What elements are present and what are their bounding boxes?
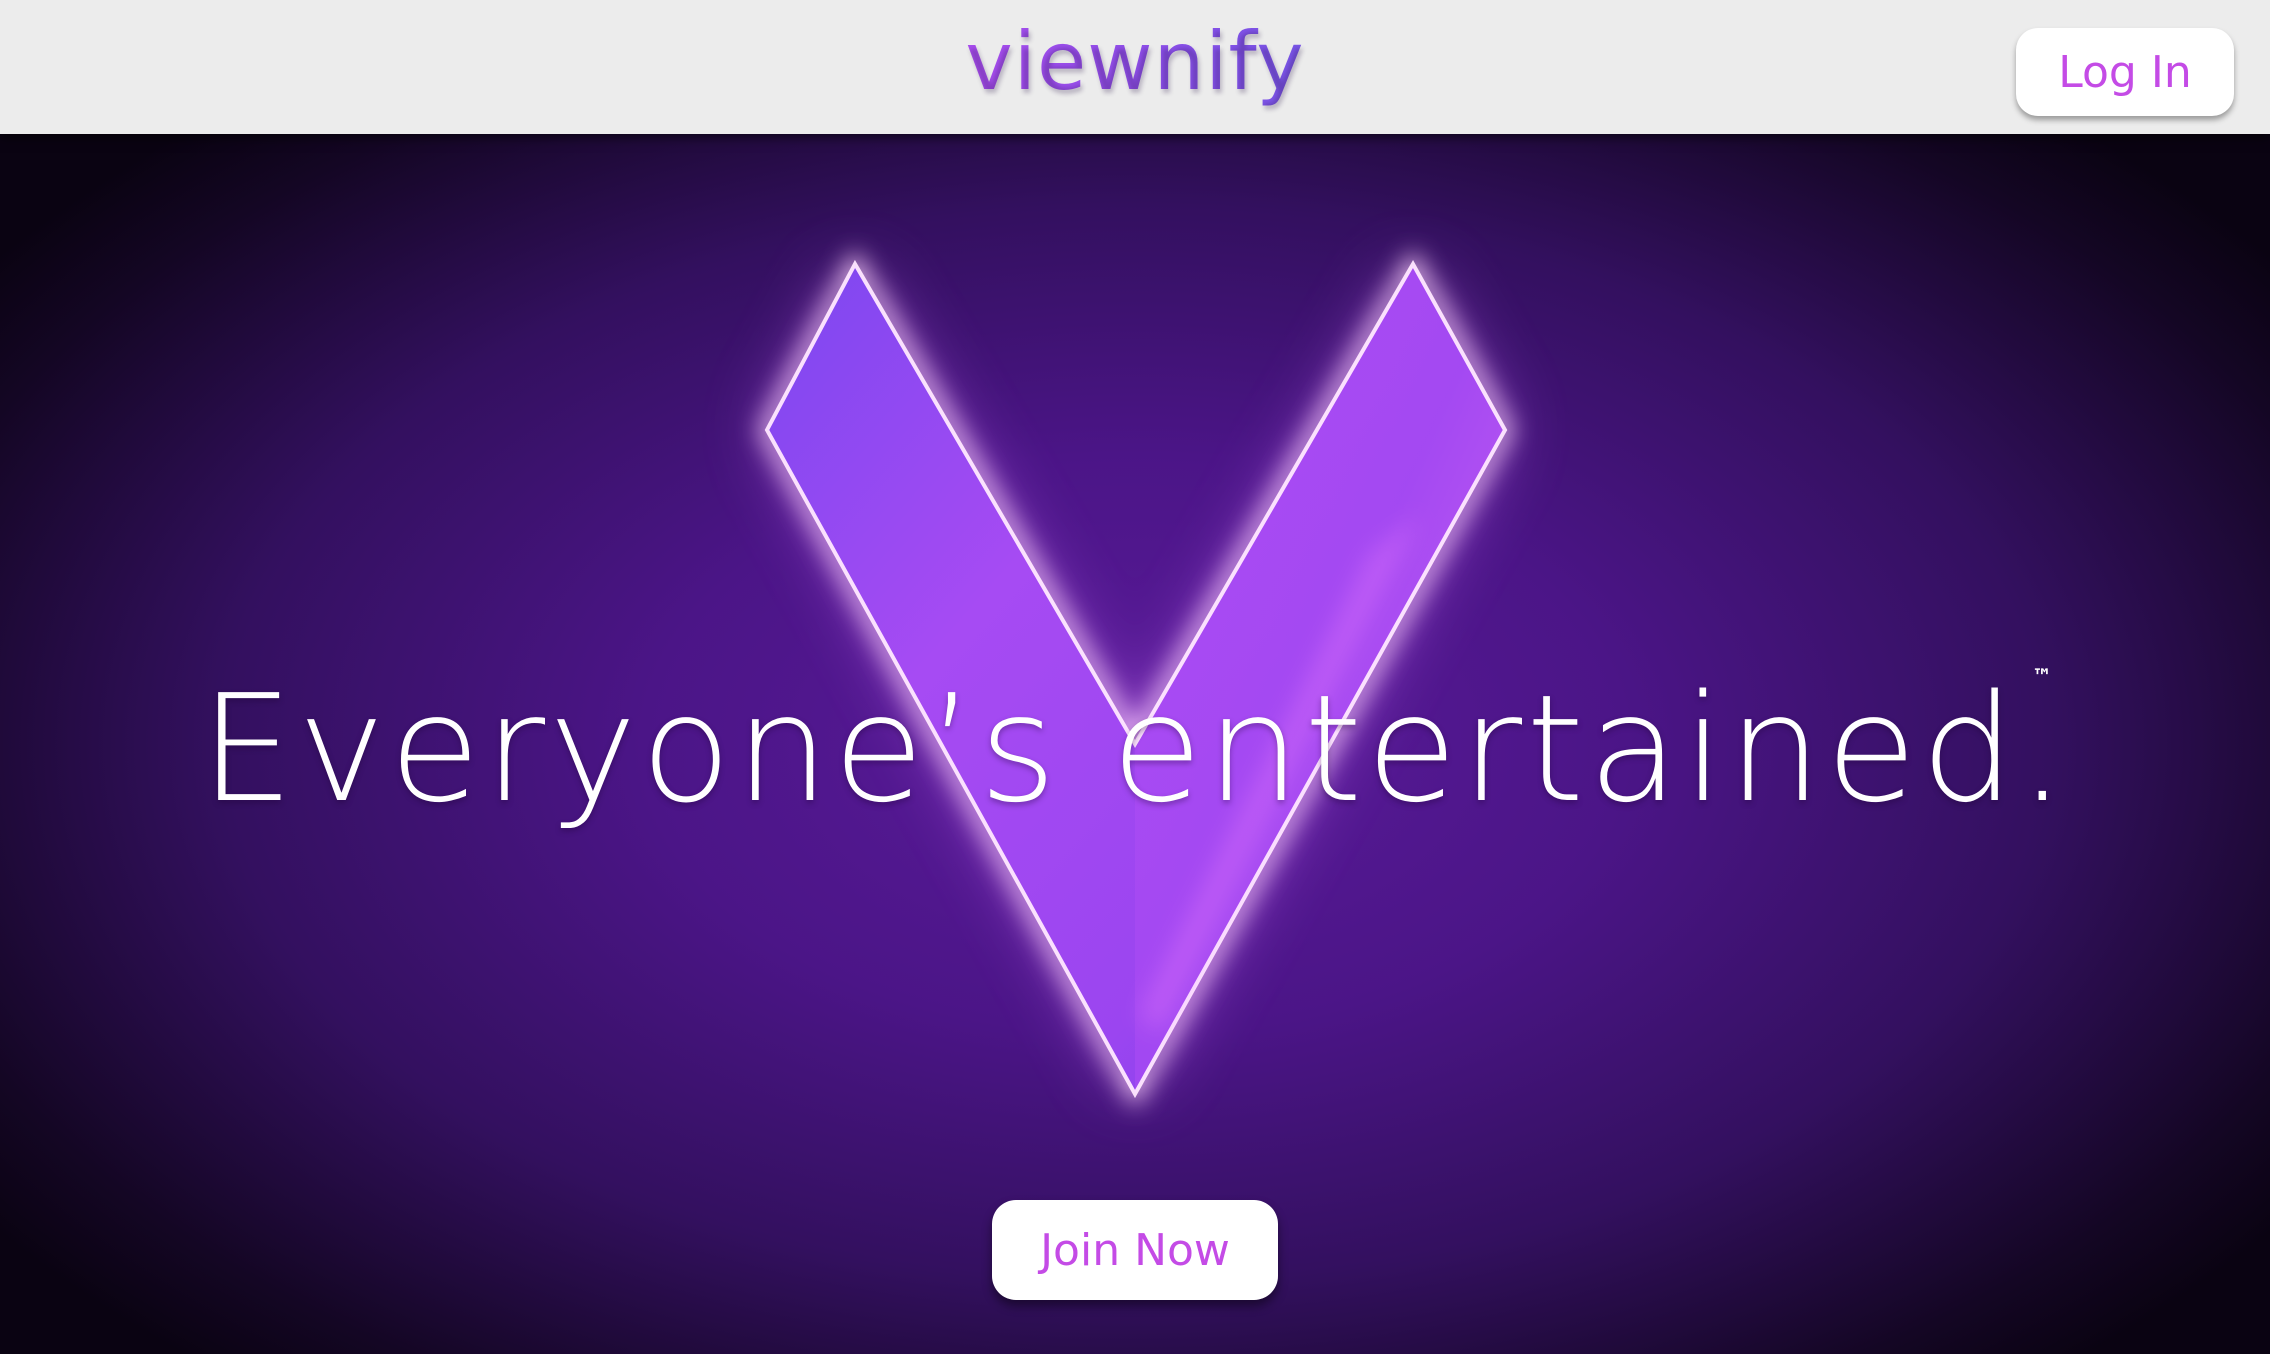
top-header: viewnify Log In [0, 0, 2270, 134]
brand-logo-text[interactable]: viewnify [885, 12, 1385, 112]
login-button[interactable]: Log In [2016, 28, 2234, 116]
join-now-button[interactable]: Join Now [992, 1200, 1278, 1300]
hero-headline: Everyone’s entertained. [200, 663, 2070, 835]
landing-page: viewnify Log In Everyone’s entertained. … [0, 0, 2270, 1354]
hero-section: Everyone’s entertained. ™ Join Now [0, 134, 2270, 1354]
trademark-symbol: ™ [2032, 664, 2052, 688]
